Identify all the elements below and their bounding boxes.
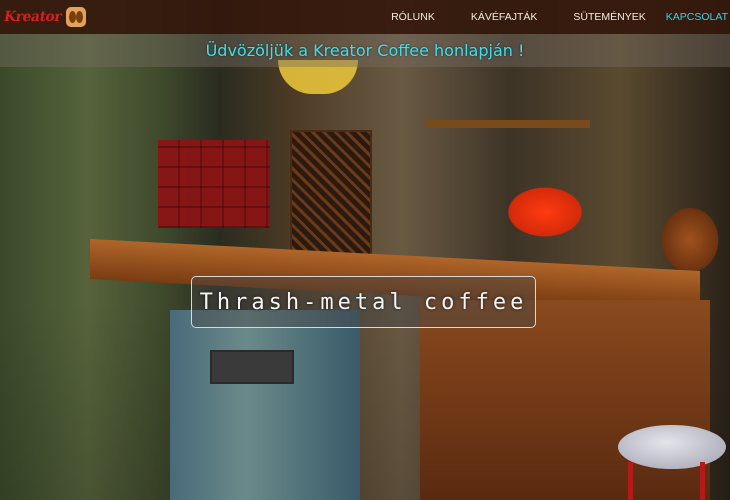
bar-stool <box>618 425 726 469</box>
bottle-shelf <box>425 120 590 128</box>
nav-link-kavefajtak[interactable]: KÁVÉFAJTÁK <box>471 11 538 23</box>
stool-leg <box>700 462 705 500</box>
page: Kreator RÓLUNK KÁVÉFAJTÁK SÜTEMÉNYEK KAP… <box>0 0 730 500</box>
bar-counter-front <box>420 300 710 500</box>
logo-text: Kreator <box>2 9 63 25</box>
site-logo[interactable]: Kreator <box>2 7 87 27</box>
nav-link-kapcsolat[interactable]: KAPCSOLAT <box>666 11 728 23</box>
top-navbar: Kreator RÓLUNK KÁVÉFAJTÁK SÜTEMÉNYEK KAP… <box>0 0 730 34</box>
nav-link-sutemenyek[interactable]: SÜTEMÉNYEK <box>573 11 645 23</box>
slogan-text: Thrash-metal coffee <box>199 289 528 315</box>
welcome-banner: Üdvözöljük a Kreator Coffee honlapján ! <box>0 34 730 67</box>
stool-leg <box>628 462 633 500</box>
coffee-bean-icon <box>66 7 87 27</box>
nav-link-rolunk[interactable]: RÓLUNK <box>391 11 435 23</box>
main-menu: RÓLUNK KÁVÉFAJTÁK SÜTEMÉNYEK KAPCSOLAT <box>355 0 730 34</box>
red-wall-panel <box>158 140 270 228</box>
welcome-heading: Üdvözöljük a Kreator Coffee honlapján ! <box>205 41 525 60</box>
blue-cabinet <box>170 310 360 500</box>
slogan-box: Thrash-metal coffee <box>191 276 536 328</box>
